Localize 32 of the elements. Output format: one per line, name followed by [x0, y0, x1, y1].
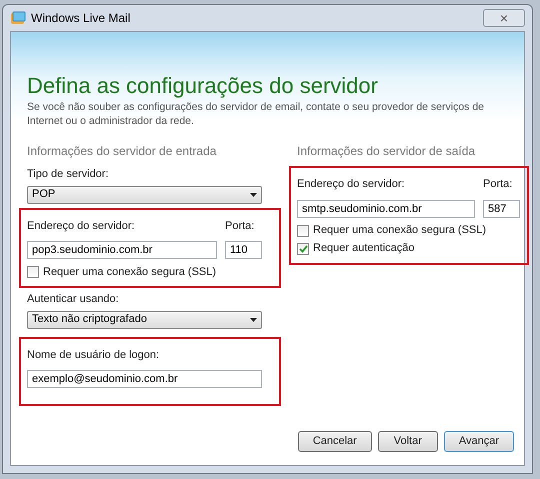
page-heading: Defina as configurações do servidor	[27, 72, 379, 100]
description-text: Se você não souber as configurações do servidor de email, contate o seu provedor de serviços de Internet ou o administrador da rede.	[27, 100, 486, 128]
field-label: Autenticar usando:	[27, 292, 120, 307]
checkbox[interactable]	[27, 266, 39, 278]
caret-icon	[250, 318, 257, 322]
field-label: Porta:	[483, 177, 514, 192]
checkbox[interactable]	[297, 224, 309, 236]
text-field[interactable]: smtp.seudominio.com.br	[297, 200, 475, 218]
checkbox-label: Requer uma conexão segura (SSL)	[313, 223, 486, 238]
checkbox-label: Requer uma conexão segura (SSL)	[43, 264, 216, 280]
checkbox-label: Requer autenticação	[313, 241, 415, 256]
close-button[interactable]: ×	[483, 9, 525, 27]
dropdown[interactable]: POP	[27, 186, 262, 204]
text-field[interactable]: 587	[483, 200, 520, 218]
dialog-button[interactable]: Avançar	[444, 431, 514, 452]
dialog-button[interactable]: Voltar	[378, 431, 438, 452]
text-field[interactable]: pop3.seudominio.com.br	[27, 241, 217, 259]
field-label: Endereço do servidor:	[27, 218, 136, 234]
dropdown[interactable]: Texto não criptografado	[27, 310, 262, 328]
field-label: Tipo de servidor:	[27, 167, 110, 182]
text-field[interactable]: 110	[225, 241, 262, 259]
caret-icon	[250, 192, 257, 196]
field-label: Nome de usuário de logon:	[27, 348, 160, 362]
app-icon	[10, 11, 26, 25]
section-heading: Informações do servidor de entrada	[27, 143, 218, 160]
text-field[interactable]: exemplo@seudominio.com.br	[27, 370, 262, 388]
field-label: Endereço do servidor:	[297, 177, 406, 192]
field-label: Porta:	[225, 218, 256, 234]
window-title: Windows Live Mail	[31, 10, 130, 27]
section-heading: Informações do servidor de saída	[297, 143, 476, 160]
dialog-button[interactable]: Cancelar	[298, 431, 372, 452]
checkbox[interactable]	[297, 242, 309, 254]
